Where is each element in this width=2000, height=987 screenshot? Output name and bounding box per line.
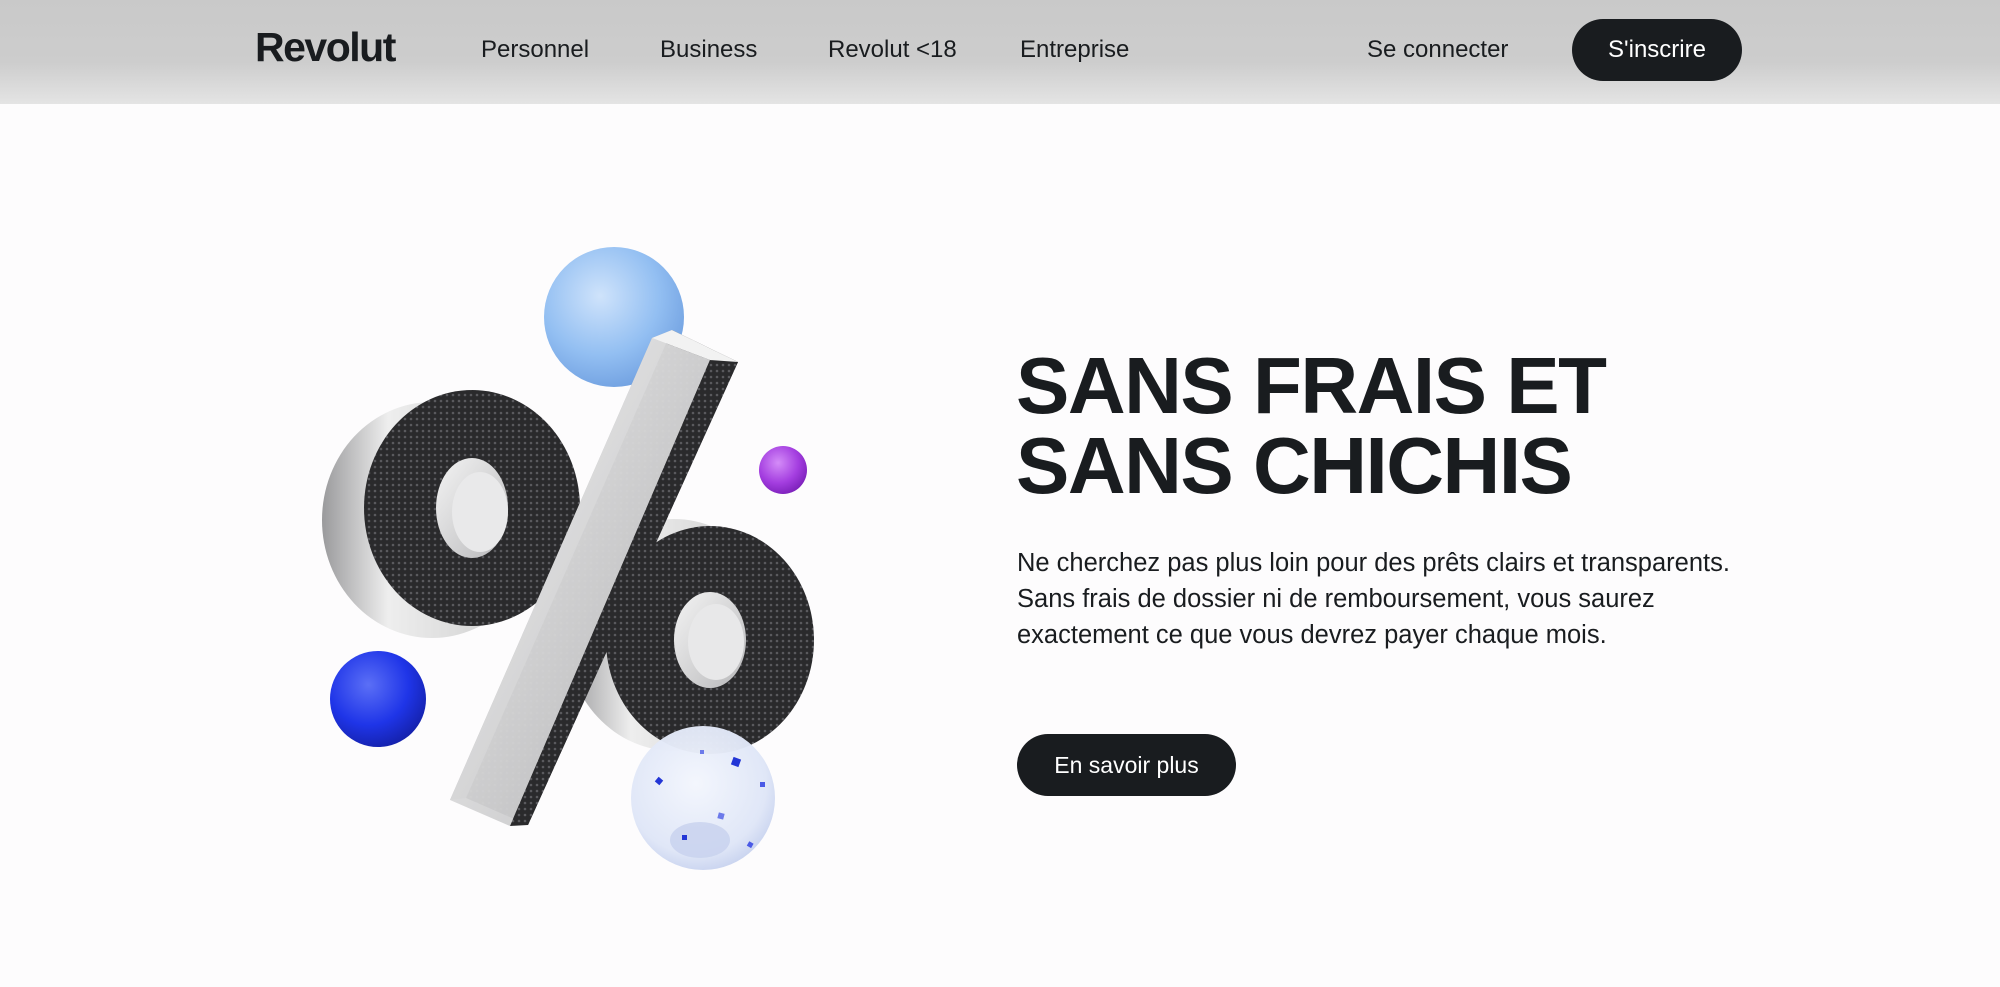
nav-item-personnel[interactable]: Personnel [481,36,589,64]
nav-item-revolut-under-18[interactable]: Revolut <18 [828,36,957,64]
signin-link[interactable]: Se connecter [1367,36,1508,64]
nav-item-business[interactable]: Business [660,36,757,64]
hero-title-line-2: SANS CHICHIS [1016,421,1573,510]
hero-title-line-1: SANS FRAIS ET [1016,341,1607,430]
site-header: Revolut Personnel Business Revolut <18 E… [0,0,2000,104]
percent-3d-icon [322,247,814,870]
learn-more-button[interactable]: En savoir plus [1017,734,1236,796]
hero-title: SANS FRAIS ET SANS CHICHIS [1016,346,1776,506]
hero-description: Ne cherchez pas plus loin pour des prêts… [1017,549,1730,649]
revolut-logo[interactable]: Revolut [255,24,396,71]
nav-item-entreprise[interactable]: Entreprise [1020,36,1129,64]
percent-illustration [300,230,860,880]
signup-button[interactable]: S'inscrire [1572,19,1742,81]
page: Revolut Personnel Business Revolut <18 E… [0,0,2000,987]
